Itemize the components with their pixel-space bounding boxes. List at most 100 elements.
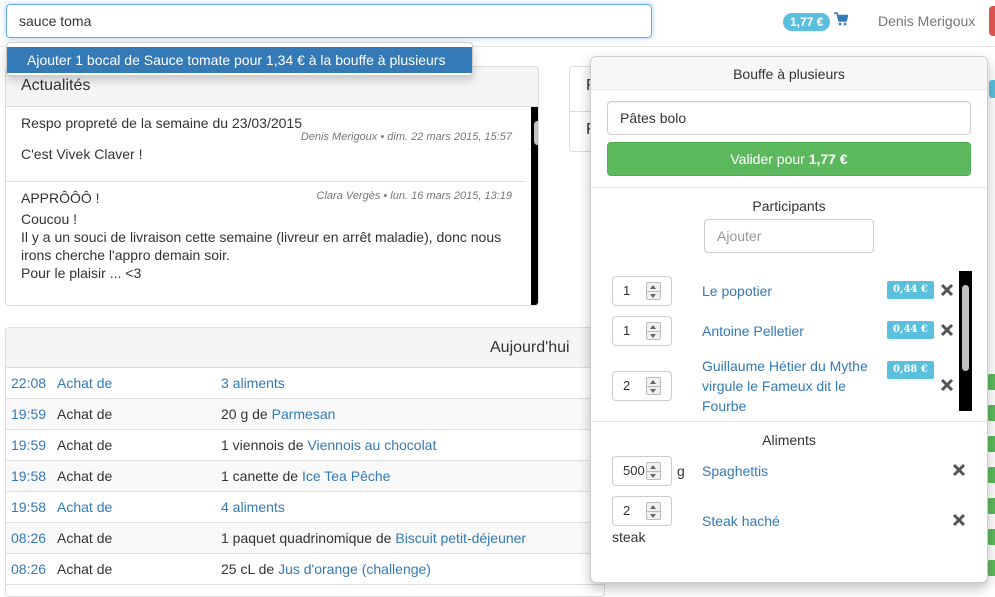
news-item-title: Respo propreté de la semaine du 23/03/20… bbox=[21, 115, 302, 131]
table-row: 19:59 Achat de 20 g de Parmesan bbox=[6, 399, 604, 430]
row-time-link[interactable]: 19:58 bbox=[11, 468, 46, 484]
row-item-link[interactable]: 3 aliments bbox=[221, 375, 285, 391]
price-badge bbox=[987, 374, 995, 390]
row-time-link[interactable]: 08:26 bbox=[11, 561, 46, 577]
row-action: Achat de bbox=[57, 561, 113, 577]
price-badge bbox=[987, 405, 995, 421]
participant-name-link[interactable]: Guillaume Hétier du Mythe virgule le Fam… bbox=[702, 356, 880, 416]
participant-quantity-stepper[interactable]: 1 bbox=[612, 316, 672, 346]
food-quantity-stepper[interactable]: 500 bbox=[612, 456, 672, 486]
meal-name-input[interactable] bbox=[607, 101, 971, 135]
food-unit: g bbox=[677, 463, 685, 479]
search-input[interactable] bbox=[6, 4, 652, 38]
row-item-link[interactable]: Viennois au chocolat bbox=[307, 437, 436, 453]
spinner-arrows-icon[interactable] bbox=[646, 502, 661, 520]
close-icon[interactable] bbox=[940, 283, 954, 297]
row-action: Achat de bbox=[57, 468, 113, 484]
row-quantity: 1 viennois de bbox=[221, 437, 308, 453]
row-action-link[interactable]: Achat de bbox=[57, 499, 112, 515]
info-badge bbox=[989, 80, 995, 98]
news-item-body: C'est Vivek Claver ! bbox=[21, 146, 143, 162]
close-icon[interactable] bbox=[940, 323, 954, 337]
participants-scrollbar[interactable] bbox=[959, 271, 972, 411]
participant-amount-badge: 0,44 € bbox=[887, 281, 934, 299]
news-scrollbar[interactable] bbox=[531, 107, 538, 305]
row-action: Achat de bbox=[57, 530, 113, 546]
row-time-link[interactable]: 19:59 bbox=[11, 406, 46, 422]
divider bbox=[591, 187, 987, 188]
row-item-link[interactable]: Jus d'orange (challenge) bbox=[278, 561, 431, 577]
foods-title: Aliments bbox=[762, 432, 816, 448]
news-item: APPRÔÔÔ ! Clara Vergès • lun. 16 mars 20… bbox=[6, 182, 526, 305]
participant-name-link[interactable]: Antoine Pelletier bbox=[702, 321, 804, 341]
row-description: 3 aliments bbox=[221, 375, 285, 391]
row-item-link[interactable]: Biscuit petit-déjeuner bbox=[395, 530, 526, 546]
divider bbox=[591, 421, 987, 422]
row-action-link[interactable]: Achat de bbox=[57, 375, 112, 391]
stepper-value: 1 bbox=[623, 323, 631, 338]
spinner-arrows-icon[interactable] bbox=[646, 282, 661, 300]
stepper-value: 500 bbox=[623, 463, 645, 478]
table-row: 22:08 Achat de 3 aliments bbox=[6, 368, 604, 399]
shopping-cart-icon[interactable] bbox=[834, 12, 848, 26]
price-badge bbox=[987, 436, 995, 452]
participant-amount-badge: 0,44 € bbox=[887, 321, 934, 339]
row-item-link[interactable]: Parmesan bbox=[272, 406, 336, 422]
logout-button[interactable] bbox=[989, 6, 995, 36]
add-participant-input[interactable] bbox=[704, 219, 874, 253]
autocomplete-suggestion[interactable]: Ajouter 1 bocal de Sauce tomate pour 1,3… bbox=[7, 47, 472, 73]
participants-scrollbar-thumb[interactable] bbox=[962, 285, 969, 371]
user-menu-link[interactable]: Denis Merigoux bbox=[878, 13, 975, 29]
cart-total-badge[interactable]: 1,77 € bbox=[783, 13, 831, 31]
spinner-arrows-icon[interactable] bbox=[646, 377, 661, 395]
food-name-link[interactable]: Spaghettis bbox=[702, 461, 768, 481]
close-icon[interactable] bbox=[952, 463, 966, 477]
row-action: Achat de bbox=[57, 406, 113, 422]
row-description: 1 paquet quadrinomique de Biscuit petit-… bbox=[221, 530, 526, 546]
row-description: 1 viennois de Viennois au chocolat bbox=[221, 437, 436, 453]
news-panel: Actualités Respo propreté de la semaine … bbox=[5, 66, 539, 306]
row-time-link[interactable]: 19:59 bbox=[11, 437, 46, 453]
row-time-link[interactable]: 22:08 bbox=[11, 375, 46, 391]
today-panel: Aujourd'hui 22:08 Achat de 3 aliments 19… bbox=[5, 327, 605, 597]
close-icon[interactable] bbox=[940, 378, 954, 392]
table-row: 19:59 Achat de 1 viennois de Viennois au… bbox=[6, 430, 604, 461]
food-unit: steak bbox=[612, 529, 646, 545]
participant-quantity-stepper[interactable]: 2 bbox=[612, 371, 672, 401]
row-quantity: 1 paquet quadrinomique de bbox=[221, 530, 396, 546]
food-name-link[interactable]: Steak haché bbox=[702, 511, 780, 531]
spinner-arrows-icon[interactable] bbox=[646, 322, 661, 340]
row-quantity: 25 cL de bbox=[221, 561, 279, 577]
row-item-link[interactable]: 4 aliments bbox=[221, 499, 285, 515]
row-time-link[interactable]: 19:58 bbox=[11, 499, 46, 515]
row-time-link[interactable]: 08:26 bbox=[11, 530, 46, 546]
news-item: Respo propreté de la semaine du 23/03/20… bbox=[6, 107, 526, 182]
close-icon[interactable] bbox=[952, 513, 966, 527]
news-item-body: Coucou ! Il y a un souci de livraison ce… bbox=[21, 211, 502, 281]
price-badge bbox=[987, 467, 995, 483]
row-description: 25 cL de Jus d'orange (challenge) bbox=[221, 561, 431, 577]
news-scrollbar-thumb[interactable] bbox=[534, 121, 538, 145]
validate-amount: 1,77 € bbox=[808, 151, 848, 167]
row-item-link[interactable]: Ice Tea Pêche bbox=[302, 468, 390, 484]
participant-amount-badge: 0,88 € bbox=[887, 361, 934, 379]
table-row: 19:58 Achat de 1 canette de Ice Tea Pêch… bbox=[6, 461, 604, 492]
participant-name-link[interactable]: Le popotier bbox=[702, 281, 772, 301]
row-quantity: 1 canette de bbox=[221, 468, 302, 484]
participants-title: Participants bbox=[752, 198, 826, 214]
price-badge bbox=[987, 529, 995, 545]
price-badge bbox=[987, 560, 995, 576]
row-description: 20 g de Parmesan bbox=[221, 406, 335, 422]
today-table: 22:08 Achat de 3 aliments 19:59 Achat de… bbox=[6, 368, 604, 585]
row-description: 4 aliments bbox=[221, 499, 285, 515]
food-quantity-stepper[interactable]: 2 bbox=[612, 496, 672, 526]
table-row: 19:58 Achat de 4 aliments bbox=[6, 492, 604, 523]
spinner-arrows-icon[interactable] bbox=[646, 462, 661, 480]
validate-button[interactable]: Valider pour 1,77 € bbox=[607, 142, 971, 176]
stepper-value: 2 bbox=[623, 378, 631, 393]
popover-title: Bouffe à plusieurs bbox=[591, 57, 987, 90]
row-description: 1 canette de Ice Tea Pêche bbox=[221, 468, 390, 484]
validate-label: Valider pour bbox=[730, 151, 809, 167]
row-action: Achat de bbox=[57, 437, 113, 453]
participant-quantity-stepper[interactable]: 1 bbox=[612, 276, 672, 306]
